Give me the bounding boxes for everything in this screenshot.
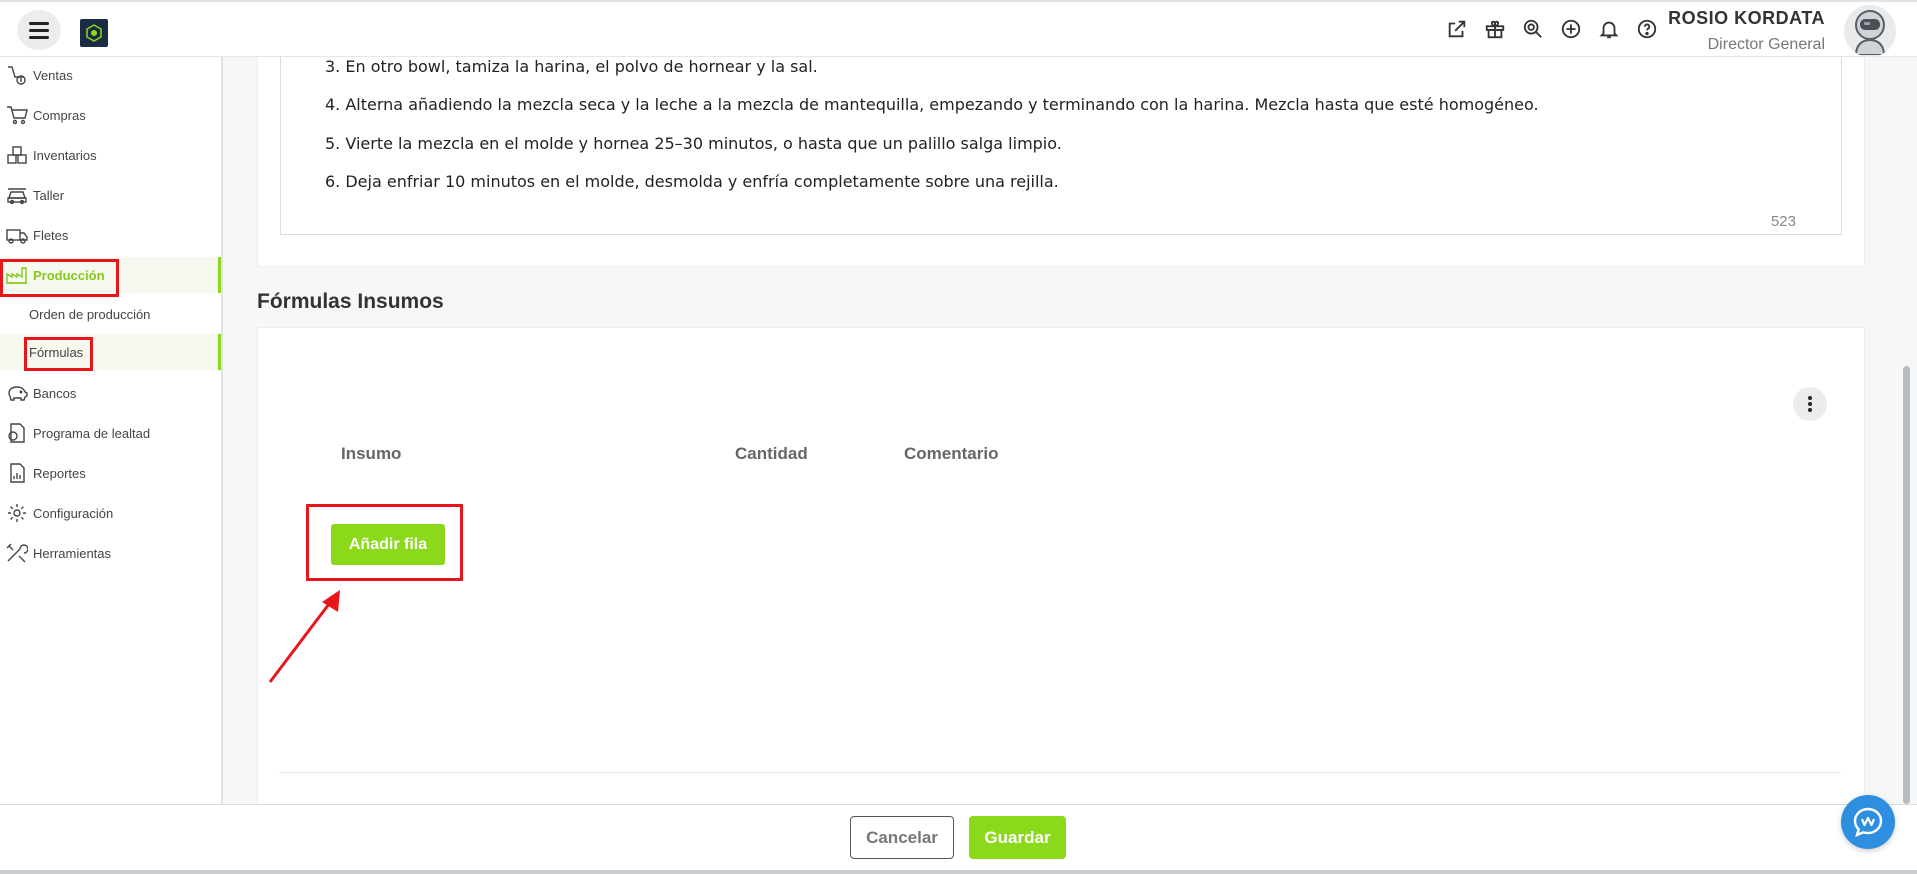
sidebar-item-programa-de-lealtad[interactable]: Programa de lealtad xyxy=(0,415,221,451)
gear-icon xyxy=(6,503,28,523)
column-header-cantidad: Cantidad xyxy=(735,444,808,463)
report-icon xyxy=(6,463,28,483)
bottom-strip xyxy=(0,870,1917,874)
sidebar-item-compras[interactable]: Compras xyxy=(0,97,221,133)
highlight-box xyxy=(24,337,93,371)
top-bar: ROSIO KORDATA Director General xyxy=(0,0,1917,57)
sidebar-item-label: Reportes xyxy=(33,465,86,481)
sidebar-item-bancos[interactable]: Bancos xyxy=(0,375,221,411)
boxes-icon xyxy=(6,145,28,165)
more-options-button[interactable] xyxy=(1793,387,1827,421)
user-name[interactable]: ROSIO KORDATA xyxy=(1668,8,1825,29)
gift-icon[interactable] xyxy=(1484,18,1506,40)
annotation-arrow-icon xyxy=(268,590,340,683)
sales-icon xyxy=(6,65,28,85)
sidebar-item-label: Fletes xyxy=(33,227,69,243)
bell-icon[interactable] xyxy=(1598,18,1620,40)
sidebar-item-inventarios[interactable]: Inventarios xyxy=(0,137,221,173)
cancel-button[interactable]: Cancelar xyxy=(850,816,954,859)
divider xyxy=(279,772,1841,773)
sidebar-item-label: Bancos xyxy=(33,385,77,401)
help-icon[interactable] xyxy=(1636,18,1658,40)
sidebar-item-label: Compras xyxy=(33,107,86,123)
app-logo[interactable] xyxy=(80,19,108,47)
scrollbar[interactable] xyxy=(1903,366,1910,804)
highlight-box xyxy=(306,504,463,581)
sidebar: Ventas Compras Inventarios Taller Fletes… xyxy=(0,57,223,804)
external-link-icon[interactable] xyxy=(1446,18,1468,40)
chat-support-button[interactable] xyxy=(1841,795,1895,849)
sidebar-item-reportes[interactable]: Reportes xyxy=(0,455,221,491)
sidebar-item-ventas[interactable]: Ventas xyxy=(0,57,221,93)
column-header-insumo: Insumo xyxy=(341,444,402,463)
instruction-line: 6. Deja enfriar 10 minutos en el molde, … xyxy=(325,172,1059,191)
sidebar-item-label: Programa de lealtad xyxy=(33,425,151,441)
sidebar-item-herramientas[interactable]: Herramientas xyxy=(0,535,221,571)
truck-icon xyxy=(6,225,28,245)
cart-icon xyxy=(6,105,28,125)
form-footer: Cancelar Guardar xyxy=(0,804,1917,874)
formulas-card xyxy=(257,327,1865,807)
instruction-line: 4. Alterna añadiendo la mezcla seca y la… xyxy=(325,95,1539,114)
kebab-menu-icon xyxy=(1808,396,1812,412)
sidebar-subitem-orden-de-produccion[interactable]: Orden de producción xyxy=(0,296,221,332)
column-header-comentario: Comentario xyxy=(904,444,999,463)
section-title: Fórmulas Insumos xyxy=(257,290,444,313)
sidebar-subitem-label: Orden de producción xyxy=(29,306,151,322)
instructions-card: 3. En otro bowl, tamiza la harina, el po… xyxy=(257,57,1865,267)
sidebar-item-taller[interactable]: Taller xyxy=(0,177,221,213)
instruction-line: 3. En otro bowl, tamiza la harina, el po… xyxy=(325,57,818,76)
sidebar-item-label: Configuración xyxy=(33,505,114,521)
sidebar-item-fletes[interactable]: Fletes xyxy=(0,217,221,253)
user-role: Director General xyxy=(1707,36,1825,53)
sidebar-item-label: Herramientas xyxy=(33,545,112,561)
loyalty-icon xyxy=(6,423,28,443)
sidebar-item-label: Taller xyxy=(33,187,65,203)
car-icon xyxy=(6,185,28,205)
hamburger-icon xyxy=(29,21,49,39)
logo-icon xyxy=(86,24,102,42)
plus-circle-icon[interactable] xyxy=(1560,18,1582,40)
piggy-bank-icon xyxy=(6,383,28,403)
instructions-editor[interactable]: 3. En otro bowl, tamiza la harina, el po… xyxy=(280,57,1842,235)
character-count: 523 xyxy=(1770,213,1796,230)
astronaut-avatar-icon xyxy=(1854,10,1886,55)
main-content: 3. En otro bowl, tamiza la harina, el po… xyxy=(225,57,1917,807)
sidebar-item-label: Inventarios xyxy=(33,147,97,163)
save-button[interactable]: Guardar xyxy=(969,816,1066,859)
menu-toggle-button[interactable] xyxy=(17,10,61,50)
highlight-box xyxy=(0,259,119,297)
tools-icon xyxy=(6,543,28,563)
instruction-line: 5. Vierte la mezcla en el molde y hornea… xyxy=(325,134,1062,153)
avatar[interactable] xyxy=(1844,5,1896,57)
sidebar-item-configuracion[interactable]: Configuración xyxy=(0,495,221,531)
search-zoom-icon[interactable] xyxy=(1522,18,1544,40)
sidebar-item-label: Ventas xyxy=(33,67,73,83)
chat-icon xyxy=(1853,807,1883,838)
